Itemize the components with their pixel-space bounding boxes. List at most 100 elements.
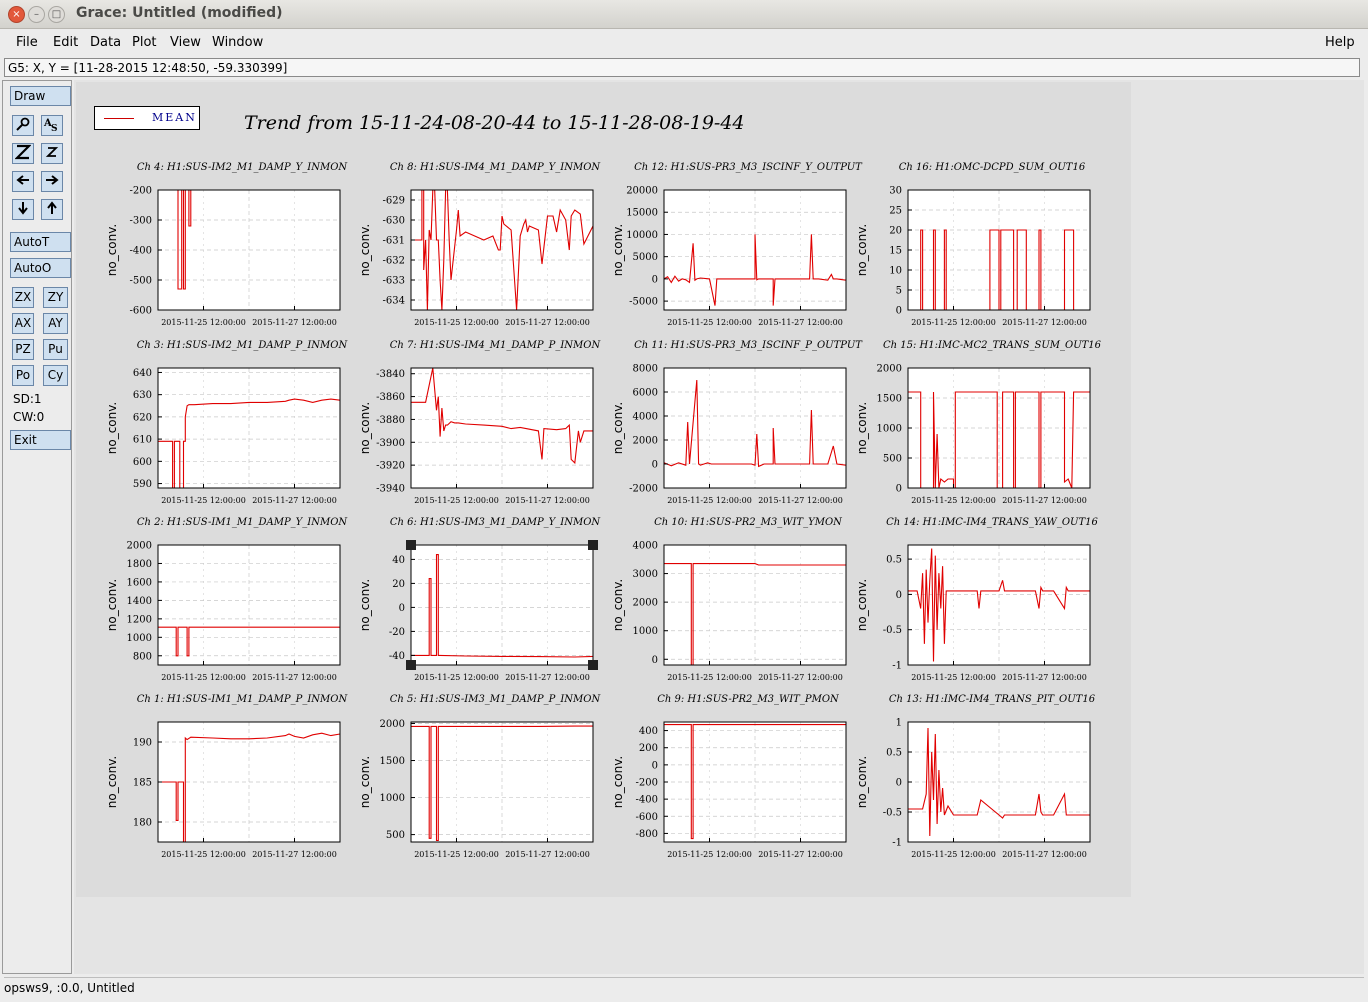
- y-tick-label: 0: [652, 460, 658, 471]
- pop-button[interactable]: Po: [12, 365, 34, 386]
- y-tick-label: 590: [133, 479, 152, 490]
- y-tick-label: -634: [383, 296, 405, 307]
- chart-panel[interactable]: -3840 -3860 -3880 -3900 -3920 -3940 2015-11-25…: [358, 340, 601, 505]
- y-tick-label: 25: [889, 206, 902, 217]
- y-axis-label: no_conv.: [611, 402, 625, 454]
- y-axis-label: no_conv.: [855, 224, 869, 276]
- x-tick-label: 2015-11-27 12:00:00: [252, 850, 337, 859]
- zoom-icon[interactable]: [12, 115, 34, 136]
- scroll-down-icon[interactable]: [12, 199, 34, 220]
- x-tick-label: 2015-11-27 12:00:00: [758, 850, 843, 859]
- y-tick-label: 0: [896, 778, 902, 789]
- y-tick-label: 3000: [633, 569, 658, 580]
- chart-panel[interactable]: 40 20 0 -20 -40 2015-11-25 12:00:00 2015-11-27…: [358, 517, 601, 682]
- y-axis-label: no_conv.: [855, 756, 869, 808]
- menu-help[interactable]: Help: [1325, 35, 1355, 50]
- chart-panel[interactable]: 190 185 180 2015-11-25 12:00:00 2015-11-27 1…: [105, 694, 348, 859]
- chart-panel[interactable]: 640 630 620 610 600 590 2015-11-25 12:00:00 201…: [105, 340, 348, 505]
- draw-button[interactable]: Draw: [10, 86, 71, 106]
- zoom-out-icon[interactable]: [41, 143, 63, 164]
- close-window-button[interactable]: ×: [8, 6, 25, 23]
- exit-button[interactable]: Exit: [10, 430, 71, 450]
- y-tick-label: 20: [889, 226, 902, 237]
- y-tick-label: -600: [636, 812, 658, 823]
- minimize-window-button[interactable]: –: [28, 6, 45, 23]
- zoom-out-icon-glyph: [45, 147, 59, 157]
- autotick-button[interactable]: AutoT: [10, 232, 71, 252]
- menu-plot[interactable]: Plot: [132, 35, 157, 50]
- y-tick-label: 20000: [626, 186, 658, 197]
- push-zoom-button[interactable]: PZ: [12, 339, 34, 360]
- y-tick-label: -3920: [376, 461, 405, 472]
- chart-panel[interactable]: 2000 1800 1600 1400 1200 1000 800 2015-11-25 12…: [105, 517, 348, 682]
- svg-text:S: S: [51, 124, 58, 132]
- y-tick-label: -3880: [376, 415, 405, 426]
- chart-panel[interactable]: 20000 15000 10000 5000 0 -5000 2015-11-25 12:0…: [611, 162, 863, 327]
- menu-file[interactable]: File: [16, 35, 38, 50]
- chart-panel[interactable]: 1 0.5 0 -0.5 -1 2015-11-25 12:00:00 2015-11-27…: [855, 694, 1096, 859]
- y-tick-label: 0: [399, 603, 405, 614]
- push-button[interactable]: Pu: [43, 339, 68, 360]
- autoscale-on-button[interactable]: AutoO: [10, 258, 71, 278]
- y-tick-label: 0: [652, 655, 658, 666]
- menu-data[interactable]: Data: [90, 35, 121, 50]
- window-titlebar: × – □ Grace: Untitled (modified): [0, 0, 1368, 29]
- chart-panel[interactable]: 400 200 0 -200 -400 -600 -800 2015-11-25 12:00:…: [611, 694, 847, 859]
- zoom-in-icon[interactable]: [12, 143, 34, 164]
- y-tick-label: 2000: [633, 436, 658, 447]
- y-tick-label: 190: [133, 738, 152, 749]
- zoom-x-button[interactable]: ZX: [12, 287, 34, 308]
- x-tick-label: 2015-11-25 12:00:00: [667, 318, 752, 327]
- y-tick-label: 400: [639, 726, 658, 737]
- y-tick-label: 0: [896, 306, 902, 317]
- zoom-icon-glyph: [16, 117, 30, 131]
- autoscale-y-button[interactable]: AY: [43, 313, 68, 334]
- scroll-up-icon[interactable]: [41, 199, 63, 220]
- chart-grid[interactable]: -200-300-400-500-6002015-11-25 12:00:00 2…: [76, 82, 1131, 897]
- selection-handle[interactable]: [406, 660, 416, 670]
- y-tick-label: 640: [133, 368, 152, 379]
- y-tick-label: 0.5: [886, 555, 902, 566]
- chart-panel[interactable]: 2000 1500 1000 500 2015-11-25 12:00:00 2015-1…: [358, 694, 601, 859]
- x-tick-label: 2015-11-27 12:00:00: [1002, 318, 1087, 327]
- chart-panel[interactable]: -629 -630 -631 -632 -633 -634 2015-11-25 12:00…: [358, 162, 601, 327]
- current-world-label: CW:0: [13, 410, 45, 424]
- x-tick-label: 2015-11-25 12:00:00: [667, 673, 752, 682]
- autoscale-icon[interactable]: AS: [41, 115, 63, 136]
- chart-panel[interactable]: 8000 6000 4000 2000 0 -2000 2015-11-25 12:00:0…: [611, 340, 863, 505]
- chart-panel[interactable]: 2000 1500 1000 500 0 2015-11-25 12:00:00 2015-…: [855, 340, 1102, 505]
- y-axis-label: no_conv.: [358, 579, 372, 631]
- menu-edit[interactable]: Edit: [53, 35, 78, 50]
- autoscale-x-button[interactable]: AX: [12, 313, 34, 334]
- menu-window[interactable]: Window: [212, 35, 263, 50]
- chart-title: Ch 3: H1:SUS-IM2_M1_DAMP_P_INMON: [137, 340, 349, 351]
- selection-handle[interactable]: [588, 660, 598, 670]
- y-tick-label: -3840: [376, 369, 405, 380]
- x-tick-label: 2015-11-27 12:00:00: [505, 850, 590, 859]
- chart-panel[interactable]: 4000 3000 2000 1000 0 2015-11-25 12:00:00 2015…: [611, 517, 847, 682]
- cycle-button[interactable]: Cy: [43, 365, 68, 386]
- y-axis-label: no_conv.: [611, 224, 625, 276]
- y-tick-label: 1500: [380, 756, 405, 767]
- y-tick-label: -20: [389, 627, 405, 638]
- scroll-left-icon[interactable]: [12, 171, 34, 192]
- chart-panel[interactable]: 0.5 0 -0.5 -1 2015-11-25 12:00:00 2015-11-27 …: [855, 517, 1098, 682]
- y-tick-label: 630: [133, 390, 152, 401]
- plot-page[interactable]: MEAN Trend from 15-11-24-08-20-44 to 15-…: [76, 82, 1131, 897]
- scroll-right-icon[interactable]: [41, 171, 63, 192]
- selection-handle[interactable]: [406, 540, 416, 550]
- zoom-y-button[interactable]: ZY: [43, 287, 68, 308]
- menu-view[interactable]: View: [170, 35, 201, 50]
- statusbar: opsws9, :0.0, Untitled: [4, 977, 1364, 998]
- x-tick-label: 2015-11-27 12:00:00: [1002, 496, 1087, 505]
- x-tick-label: 2015-11-25 12:00:00: [911, 850, 996, 859]
- y-tick-label: 2000: [877, 364, 902, 375]
- chart-panel[interactable]: -200 -300 -400 -500 -600 2015-11-25 12:00:00 2…: [105, 162, 348, 327]
- selection-handle[interactable]: [588, 540, 598, 550]
- x-tick-label: 2015-11-25 12:00:00: [667, 496, 752, 505]
- y-tick-label: 8000: [633, 364, 658, 375]
- chart-panel[interactable]: 30 25 20 15 10 5 0 2015-11-25 12:00:00 2015-11-2…: [855, 162, 1091, 327]
- chart-title: Ch 7: H1:SUS-IM4_M1_DAMP_P_INMON: [390, 340, 602, 351]
- chart-title: Ch 11: H1:SUS-PR3_M3_ISCINF_P_OUTPUT: [634, 340, 863, 351]
- maximize-window-button[interactable]: □: [48, 6, 65, 23]
